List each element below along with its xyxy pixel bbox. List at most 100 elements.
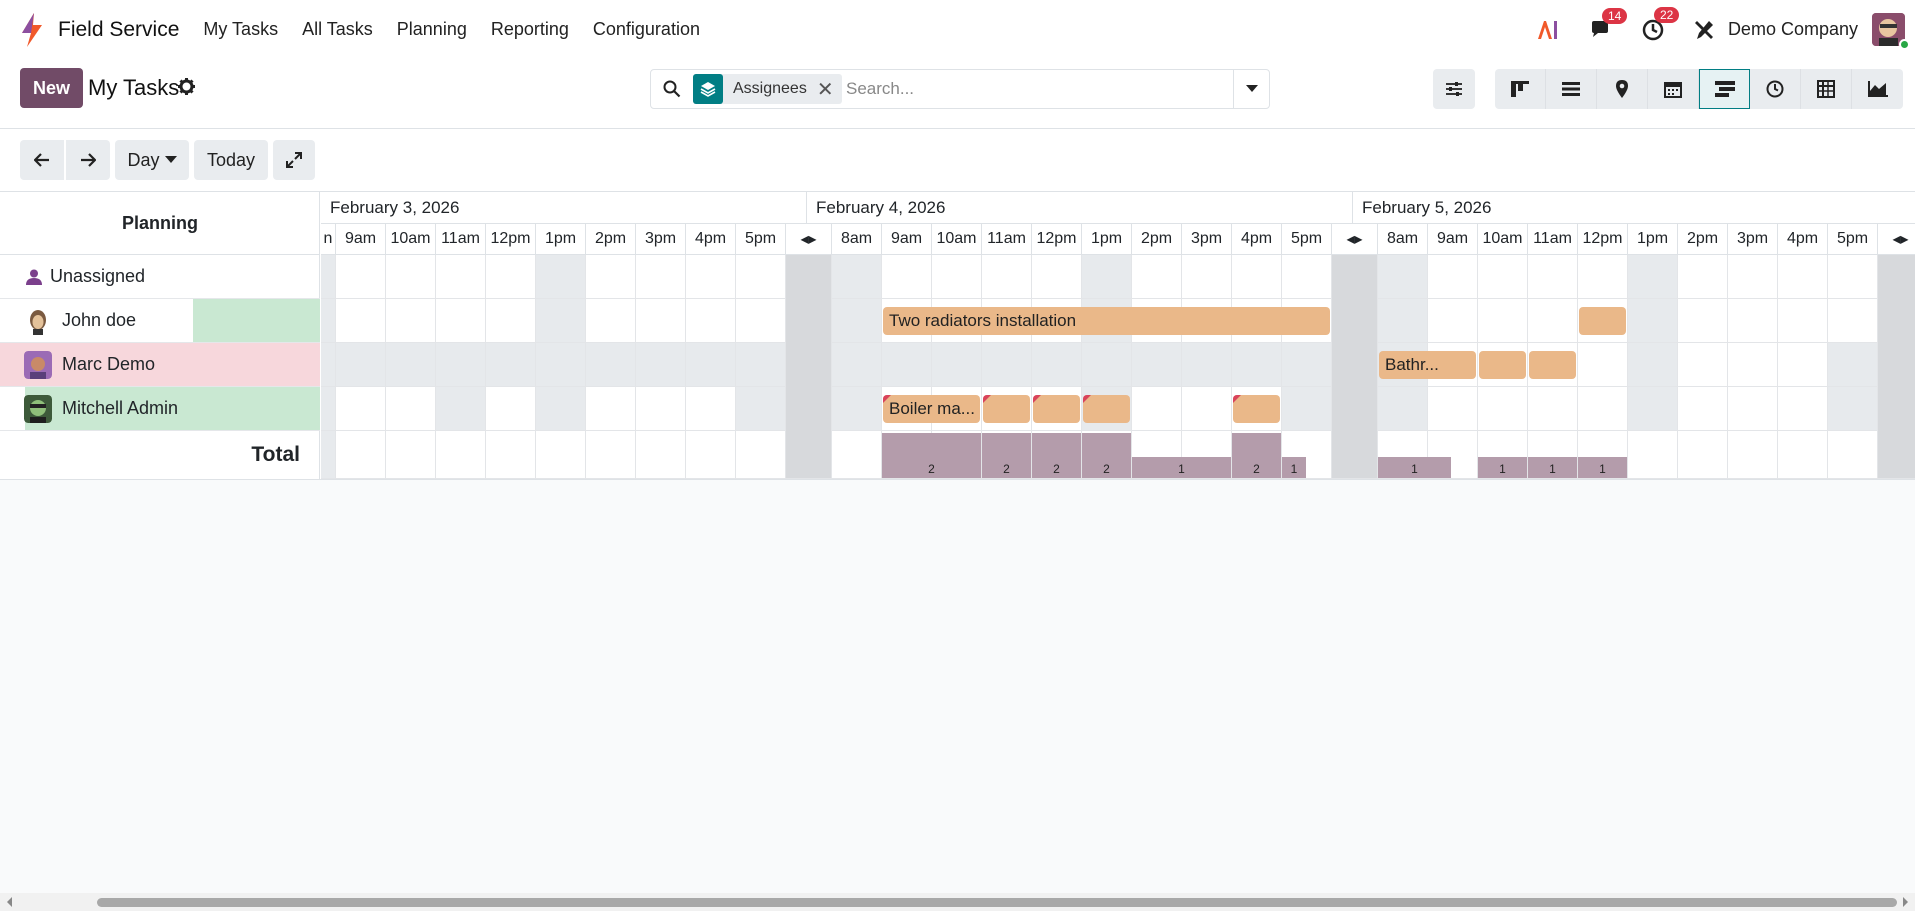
grid-cell[interactable] — [1578, 387, 1628, 431]
grid-cell[interactable] — [486, 343, 536, 387]
grid-cell[interactable] — [1778, 387, 1828, 431]
grid-cell[interactable] — [932, 255, 982, 299]
grid-cell[interactable] — [1828, 343, 1878, 387]
grid-cell[interactable] — [882, 255, 932, 299]
grid-cell[interactable] — [586, 299, 636, 343]
grid-cell[interactable] — [486, 299, 536, 343]
task-pill-bathroom[interactable]: Bathr... — [1379, 351, 1476, 379]
grid-cell[interactable] — [1678, 255, 1728, 299]
grid-cell[interactable] — [1182, 343, 1232, 387]
grid-cell[interactable] — [686, 255, 736, 299]
grid-cell[interactable] — [1828, 299, 1878, 343]
graph-view-button[interactable] — [1852, 69, 1903, 109]
row-mitchell-admin[interactable]: Mitchell Admin — [0, 387, 320, 431]
grid-cell[interactable] — [736, 255, 786, 299]
ai-button[interactable] — [1536, 20, 1560, 40]
activities-button[interactable]: 22 — [1642, 6, 1680, 41]
grid-cell[interactable] — [982, 255, 1032, 299]
grid-cell[interactable] — [1378, 299, 1428, 343]
grid-cell[interactable] — [436, 255, 486, 299]
scrollbar-thumb[interactable] — [97, 898, 1897, 907]
company-switcher[interactable]: Demo Company — [1728, 19, 1858, 40]
gantt-view-button[interactable] — [1699, 69, 1750, 109]
next-button[interactable] — [66, 140, 110, 180]
grid-cell[interactable] — [386, 299, 436, 343]
user-avatar[interactable] — [1872, 13, 1910, 50]
scroll-right-icon[interactable] — [1900, 896, 1910, 908]
grid-cell[interactable] — [1132, 343, 1182, 387]
search-bar[interactable]: Assignees ✕ Search... — [650, 69, 1270, 109]
menu-all-tasks[interactable]: All Tasks — [302, 19, 373, 40]
task-pill[interactable] — [1529, 351, 1576, 379]
grid-cell[interactable] — [1728, 255, 1778, 299]
grid-cell[interactable] — [1378, 255, 1428, 299]
grid-cell[interactable] — [1182, 387, 1232, 431]
grid-cell[interactable] — [321, 255, 336, 299]
grid-cell[interactable] — [882, 343, 932, 387]
grid-cell[interactable] — [336, 387, 386, 431]
task-pill[interactable] — [1083, 395, 1130, 423]
menu-configuration[interactable]: Configuration — [593, 19, 700, 40]
activity-view-button[interactable] — [1750, 69, 1801, 109]
grid-cell[interactable] — [686, 343, 736, 387]
task-pill-two-radiators[interactable]: Two radiators installation — [883, 307, 1330, 335]
grid-cell[interactable] — [321, 387, 336, 431]
grid-cell[interactable] — [1082, 255, 1132, 299]
collapse-toggle[interactable]: ◂▸ — [1332, 223, 1378, 255]
grid-cell[interactable] — [1578, 255, 1628, 299]
remove-facet-icon[interactable]: ✕ — [817, 77, 842, 102]
grid-cell[interactable] — [736, 343, 786, 387]
map-view-button[interactable] — [1597, 69, 1648, 109]
horizontal-scrollbar[interactable] — [0, 893, 1915, 911]
task-pill[interactable] — [1033, 395, 1080, 423]
grid-cell[interactable] — [386, 387, 436, 431]
task-pill[interactable] — [983, 395, 1030, 423]
grid-cell[interactable] — [636, 387, 686, 431]
grid-cell[interactable] — [1282, 343, 1332, 387]
grid-cell[interactable] — [686, 387, 736, 431]
messages-button[interactable]: 14 — [1590, 7, 1628, 40]
grid-cell[interactable] — [386, 255, 436, 299]
grid-cell[interactable] — [1678, 299, 1728, 343]
grid-cell[interactable] — [1232, 343, 1282, 387]
grid-cell[interactable] — [586, 255, 636, 299]
search-icon[interactable] — [663, 80, 681, 103]
grid-cell[interactable] — [636, 343, 686, 387]
previous-button[interactable] — [20, 140, 64, 180]
task-pill[interactable] — [1233, 395, 1280, 423]
grid-cell[interactable] — [832, 343, 882, 387]
grid-cell[interactable] — [1132, 387, 1182, 431]
grid-cell[interactable] — [1778, 343, 1828, 387]
grid-cell[interactable] — [1828, 387, 1878, 431]
scale-dropdown[interactable]: Day — [115, 140, 189, 180]
search-options-toggle[interactable] — [1233, 70, 1269, 108]
grid-cell[interactable] — [536, 255, 586, 299]
grid-cell[interactable] — [1282, 255, 1332, 299]
grid-cell[interactable] — [1182, 255, 1232, 299]
grid-cell[interactable] — [486, 387, 536, 431]
grid-cell[interactable] — [336, 255, 386, 299]
grid-cell[interactable] — [1428, 255, 1478, 299]
task-pill-boiler[interactable]: Boiler ma... — [883, 395, 980, 423]
row-unassigned[interactable]: Unassigned — [0, 255, 320, 299]
menu-planning[interactable]: Planning — [397, 19, 467, 40]
menu-reporting[interactable]: Reporting — [491, 19, 569, 40]
grid-cell[interactable] — [586, 343, 636, 387]
grid-cell[interactable] — [636, 255, 686, 299]
search-input[interactable]: Search... — [846, 79, 914, 99]
grid-cell[interactable] — [932, 343, 982, 387]
task-pill[interactable] — [1479, 351, 1526, 379]
menu-my-tasks[interactable]: My Tasks — [203, 19, 278, 40]
grid-cell[interactable] — [1478, 299, 1528, 343]
grid-cell[interactable] — [336, 343, 386, 387]
grid-cell[interactable] — [832, 299, 882, 343]
today-button[interactable]: Today — [194, 140, 268, 180]
grid-cell[interactable] — [1528, 299, 1578, 343]
list-view-button[interactable] — [1546, 69, 1597, 109]
pivot-view-button[interactable] — [1801, 69, 1852, 109]
assignees-facet[interactable]: Assignees ✕ — [693, 74, 842, 104]
grid-cell[interactable] — [1528, 387, 1578, 431]
row-marc-demo[interactable]: Marc Demo — [0, 343, 320, 387]
grid-cell[interactable] — [1628, 387, 1678, 431]
grid-cell[interactable] — [1628, 255, 1678, 299]
